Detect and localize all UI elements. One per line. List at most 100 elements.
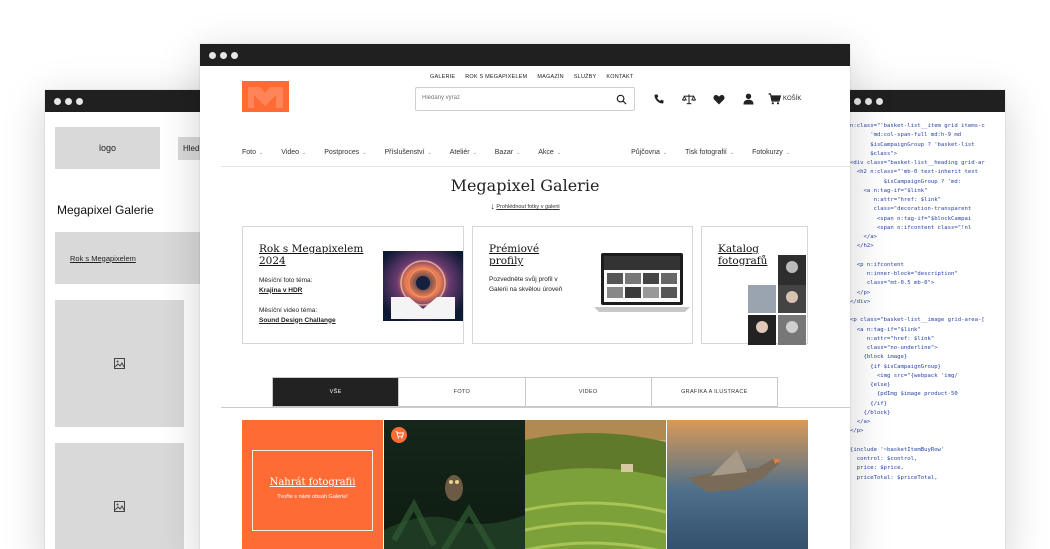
window-titlebar (200, 44, 850, 66)
code-line: {pdImg $image product-50 (850, 391, 958, 398)
category-label: Fotokurzy (752, 149, 783, 156)
category-label: Akce (538, 149, 554, 156)
wireframe-logo-label: logo (98, 143, 116, 153)
code-line: <a n:tag-if="$link" (850, 187, 928, 194)
upload-subtitle: Tvořte s námi obsah Galerie! (277, 494, 348, 500)
window-dot (65, 97, 72, 105)
category-group-main: Foto ⌄ Video ⌄ Postproces ⌄ Příslušenství ⌄ Atel… (242, 149, 579, 156)
filter-tab[interactable]: GRAFIKA A ILUSTRACE (652, 378, 777, 406)
compare-scales-icon[interactable] (682, 92, 696, 106)
window-dot (876, 97, 883, 105)
code-line: n:attr="href: $link" (850, 197, 941, 203)
user-icon[interactable] (741, 92, 755, 106)
rok-card-image (383, 251, 463, 321)
category-item[interactable]: Příslušenství ⌄ (384, 149, 431, 156)
wireframe-search-stub: Hled (183, 144, 200, 153)
filter-tab[interactable]: FOTO (399, 378, 526, 406)
wireframe-title: Megapixel Galerie (57, 203, 154, 217)
gallery-title: Megapixel Galerie (450, 176, 600, 195)
search-icon[interactable] (616, 94, 627, 105)
cart-icon (395, 431, 404, 439)
megapixel-logo[interactable] (242, 81, 289, 112)
promoted-cart-badge (391, 427, 407, 443)
topnav-link[interactable]: SLUŽBY (574, 74, 597, 80)
wireframe-logo: logo (55, 127, 160, 169)
video-theme-link[interactable]: Sound Design Challange (259, 317, 336, 324)
topnav-link[interactable]: MAGAZÍN (537, 74, 563, 80)
chevron-down-icon: ⌄ (516, 149, 521, 156)
code-window: n:class="'basket-list__item grid items-c… (845, 90, 1005, 549)
phone-icon[interactable] (652, 92, 666, 106)
image-icon (114, 358, 125, 369)
code-line: {else} (850, 382, 891, 388)
category-item[interactable]: Bazar ⌄ (495, 149, 521, 156)
chevron-down-icon: ⌄ (785, 149, 790, 156)
cart-label[interactable]: KOŠÍK (783, 96, 801, 102)
filter-tab[interactable]: VŠE (273, 378, 400, 406)
card-title[interactable]: Rok s Megapixelem 2024 (259, 243, 369, 267)
chevron-down-icon: ⌄ (362, 149, 367, 156)
arrow-down-icon: ↓ (490, 201, 495, 211)
main-browser-window: GALERIE ROK S MEGAPIXELEM MAGAZÍN SLUŽBY KON… (200, 44, 850, 549)
code-line: class="decoration-transparent (850, 206, 972, 213)
category-item[interactable]: Postproces ⌄ (324, 149, 366, 156)
category-item[interactable]: Ateliér ⌄ (450, 149, 477, 156)
photo-theme-label: Měsíční foto téma: (259, 277, 313, 284)
gallery-photo-landscape[interactable] (525, 420, 666, 549)
category-item[interactable]: Akce ⌄ (538, 149, 561, 156)
card-text: Měsíční video téma: Sound Design Challan… (259, 306, 389, 325)
window-dot (854, 97, 861, 105)
category-item[interactable]: Půjčovna ⌄ (631, 149, 667, 156)
chevron-down-icon: ⌄ (302, 149, 307, 156)
code-line: <img src="{webpack 'img/ (850, 372, 958, 379)
window-dot (54, 97, 61, 105)
code-line: </h2> (850, 243, 874, 250)
upload-photo-tile[interactable]: Nahrát fotografii Tvořte s námi obsah Ga… (242, 420, 383, 549)
photo-theme-link[interactable]: Krajina v HDR (259, 287, 302, 294)
category-item[interactable]: Tisk fotografií ⌄ (685, 149, 734, 156)
window-dot (220, 51, 227, 59)
top-navigation: GALERIE ROK S MEGAPIXELEM MAGAZÍN SLUŽBY KON… (430, 74, 633, 80)
code-line: n:attr="href: $link" (850, 335, 935, 342)
topnav-link[interactable]: KONTAKT (606, 74, 633, 80)
cart-icon[interactable] (767, 92, 781, 106)
gallery-photo-owl[interactable] (384, 420, 525, 549)
upload-title[interactable]: Nahrát fotografii (242, 477, 383, 488)
category-item[interactable]: Video ⌄ (281, 149, 306, 156)
filter-tab[interactable]: VIDEO (526, 378, 652, 406)
gallery-photo-goose[interactable] (667, 420, 808, 549)
logo-mark-icon (248, 87, 283, 108)
heart-icon[interactable] (712, 92, 726, 106)
wireframe-link[interactable]: Rok s Megapixelem (70, 254, 136, 263)
category-label: Tisk fotografií (685, 149, 727, 156)
code-line: $isCampaignGroup ? 'md: (850, 178, 962, 185)
card-rok-s-megapixelem[interactable]: Rok s Megapixelem 2024 Měsíční foto téma… (242, 226, 464, 344)
category-item[interactable]: Fotokurzy ⌄ (752, 149, 790, 156)
category-label: Příslušenství (384, 149, 425, 156)
search-input[interactable] (422, 95, 602, 101)
card-text: Měsíční foto téma: Krajina v HDR (259, 276, 379, 295)
window-titlebar (845, 90, 1005, 112)
chevron-down-icon: ⌄ (729, 149, 735, 156)
topnav-link[interactable]: GALERIE (430, 74, 455, 80)
code-line: priceTotal: $priceTotal, (850, 474, 938, 481)
code-line: $class"> (850, 150, 898, 157)
gallery-subtitle-link[interactable]: Prohlédnout fotky v galerii (496, 204, 559, 210)
card-title[interactable]: Prémiové profily (489, 243, 569, 267)
category-item[interactable]: Foto ⌄ (242, 149, 263, 156)
code-line: <span n:ifcontent class="!nl (850, 224, 972, 231)
category-label: Ateliér (449, 149, 470, 156)
card-photographer-catalog[interactable]: Katalog fotografů (701, 226, 808, 345)
topnav-link[interactable]: ROK S MEGAPIXELEM (465, 74, 527, 80)
category-label: Postproces (324, 149, 360, 156)
card-premium-profiles[interactable]: Prémiové profily Pozvedněte svůj profil … (472, 226, 693, 344)
search-box[interactable] (415, 87, 635, 111)
code-line: </p> (850, 428, 864, 435)
laptop-image (594, 253, 690, 312)
category-label: Video (281, 149, 299, 156)
gallery-subtitle[interactable]: ↓ Prohlédnout fotky v galerii (200, 201, 850, 211)
code-line: <p n:ifcontent (850, 261, 904, 268)
code-line: <p class="basket-list__image grid-area-[ (850, 317, 985, 324)
category-label: Bazar (494, 149, 514, 156)
